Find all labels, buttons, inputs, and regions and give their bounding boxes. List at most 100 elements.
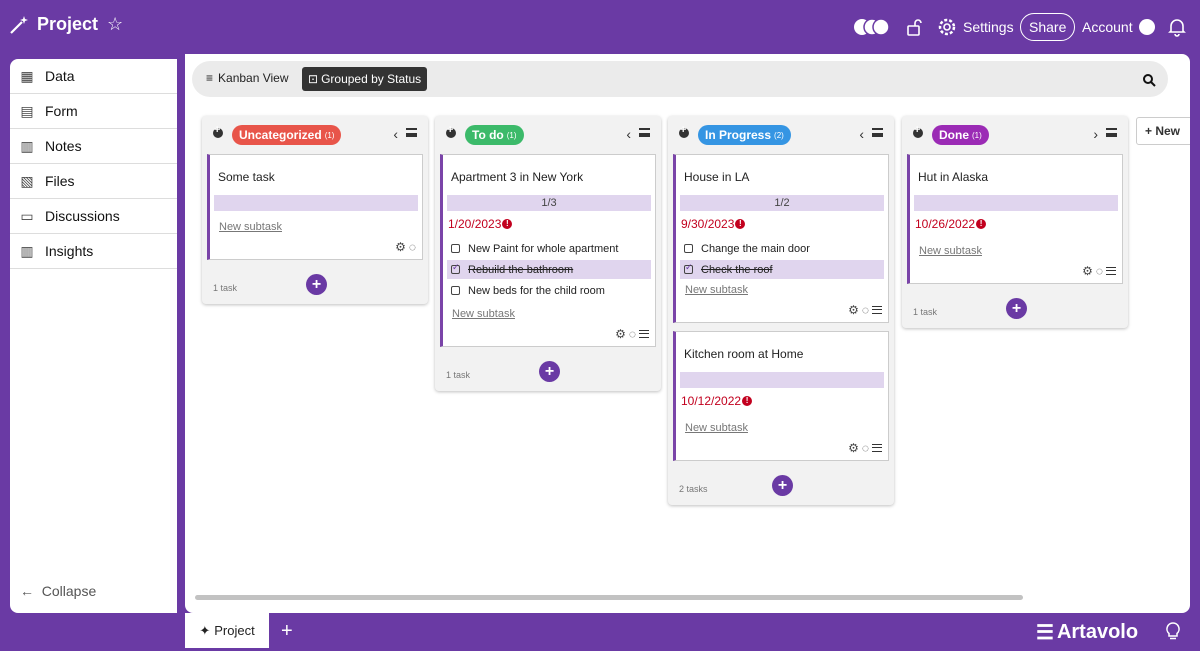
comment-icon[interactable]: ◌: [1096, 264, 1103, 278]
task-card[interactable]: House in LA 1/2 9/30/2023! Change the ma…: [673, 154, 889, 323]
avatar: [1138, 19, 1155, 35]
checkbox[interactable]: [451, 286, 460, 295]
lightbulb-icon[interactable]: [1164, 621, 1182, 641]
subtask-item[interactable]: Check the roof: [680, 260, 884, 279]
sidebar-item-data[interactable]: ▦ Data: [10, 59, 177, 94]
task-card[interactable]: Hut in Alaska 10/26/2022! New subtask ⚙ ◌: [907, 154, 1123, 284]
notes-icon[interactable]: [1106, 267, 1116, 275]
add-task-button[interactable]: +: [1006, 298, 1027, 319]
new-subtask-link[interactable]: New subtask: [452, 308, 655, 320]
status-badge[interactable]: Done (1): [932, 125, 989, 145]
task-card[interactable]: Some task New subtask ⚙ ◌: [207, 154, 423, 260]
gear-icon[interactable]: ⚙: [848, 303, 859, 317]
collapse-column-icon[interactable]: ‹: [626, 126, 631, 142]
checkbox[interactable]: [451, 244, 460, 253]
card-title: Kitchen room at Home: [684, 347, 804, 361]
subtask-item[interactable]: New Paint for whole apartment: [447, 239, 651, 258]
collapse-column-icon[interactable]: ‹: [393, 126, 398, 142]
logo-icon: ☰: [1036, 622, 1054, 644]
star-icon[interactable]: ☆: [107, 14, 123, 35]
new-column-button[interactable]: + New: [1136, 117, 1190, 145]
sidebar-item-insights[interactable]: ▥ Insights: [10, 234, 177, 269]
form-icon: ▤: [20, 102, 34, 119]
due-date: 10/12/2022!: [681, 394, 888, 408]
sidebar-item-notes[interactable]: ▥ Notes: [10, 129, 177, 164]
menu-icon[interactable]: [1106, 128, 1117, 137]
checkbox[interactable]: [684, 262, 693, 274]
new-subtask-link[interactable]: New subtask: [685, 422, 888, 434]
collaborators-icon[interactable]: [853, 0, 890, 54]
card-title: Apartment 3 in New York: [451, 170, 584, 184]
search-icon[interactable]: [1142, 73, 1156, 87]
tab-project[interactable]: ✦ Project: [185, 613, 269, 648]
tab-label: Project: [214, 623, 255, 638]
task-count: 1 task: [446, 370, 471, 380]
horizontal-scrollbar[interactable]: [195, 595, 1023, 600]
account-button[interactable]: Account: [1082, 0, 1155, 54]
insights-icon: ▥: [20, 242, 34, 259]
magic-wand-icon: ✦: [199, 622, 211, 638]
collapse-label: Collapse: [41, 583, 97, 599]
subtask-item[interactable]: Change the main door: [680, 239, 884, 258]
menu-icon[interactable]: [639, 128, 650, 137]
menu-icon[interactable]: [406, 128, 417, 137]
notes-icon[interactable]: [639, 330, 649, 338]
add-tab-button[interactable]: +: [281, 620, 293, 643]
kanban-column: In Progress(2) ‹ House in LA 1/2 9/30/20…: [668, 116, 894, 505]
add-card-icon[interactable]: [446, 124, 456, 138]
expand-column-icon[interactable]: ›: [1093, 126, 1098, 142]
add-task-button[interactable]: +: [772, 475, 793, 496]
gear-icon[interactable]: ⚙: [1082, 264, 1093, 278]
status-badge[interactable]: Uncategorized (1): [232, 125, 342, 145]
kanban-column: Done(1) › Hut in Alaska 10/26/2022! New …: [902, 116, 1128, 328]
new-subtask-link[interactable]: New subtask: [919, 245, 1122, 257]
notes-icon[interactable]: [872, 306, 882, 314]
progress-bar: 1/2: [680, 195, 884, 211]
collapse-button[interactable]: ← Collapse: [20, 583, 96, 599]
progress-bar: [680, 372, 884, 388]
gear-icon[interactable]: ⚙: [395, 240, 406, 254]
gear-icon[interactable]: ⚙: [848, 441, 859, 455]
notes-icon[interactable]: [872, 444, 882, 452]
task-card[interactable]: Kitchen room at Home 10/12/2022! New sub…: [673, 331, 889, 461]
status-badge[interactable]: To do (1): [465, 125, 524, 145]
project-title[interactable]: Project: [37, 14, 98, 35]
settings-button[interactable]: Settings: [937, 0, 1014, 54]
sidebar-item-form[interactable]: ▤ Form: [10, 94, 177, 129]
add-card-icon[interactable]: [679, 124, 689, 138]
comment-icon[interactable]: ◌: [629, 327, 636, 341]
add-card-icon[interactable]: [913, 124, 923, 138]
task-card[interactable]: Apartment 3 in New York 1/3 1/20/2023! N…: [440, 154, 656, 347]
sidebar-item-label: Form: [45, 103, 78, 119]
add-task-button[interactable]: +: [539, 361, 560, 382]
group-label: Grouped by Status: [321, 72, 422, 86]
kanban-column: Uncategorized(1) ‹ Some task New subtask…: [202, 116, 428, 304]
collapse-column-icon[interactable]: ‹: [859, 126, 864, 142]
add-card-icon[interactable]: [213, 124, 223, 138]
lock-icon[interactable]: [906, 0, 922, 54]
new-subtask-link[interactable]: New subtask: [685, 284, 888, 296]
menu-icon[interactable]: [872, 128, 883, 137]
checkbox[interactable]: [684, 244, 693, 253]
kanban-view-button[interactable]: ≡ Kanban View: [206, 71, 289, 85]
subtask-item[interactable]: Rebuild the bathroom: [447, 260, 651, 279]
subtask-item[interactable]: New beds for the child room: [447, 281, 651, 300]
comment-icon[interactable]: ◌: [862, 303, 869, 317]
sidebar-item-files[interactable]: ▧ Files: [10, 164, 177, 199]
add-task-button[interactable]: +: [306, 274, 327, 295]
files-icon: ▧: [20, 172, 34, 189]
share-button[interactable]: Share: [1020, 13, 1076, 41]
checkbox[interactable]: [451, 262, 460, 274]
discussions-icon: ▭: [20, 207, 34, 224]
sidebar-item-label: Insights: [45, 243, 94, 259]
bell-icon[interactable]: [1168, 0, 1186, 54]
comment-icon[interactable]: ◌: [409, 240, 416, 254]
sidebar-item-discussions[interactable]: ▭ Discussions: [10, 199, 177, 234]
comment-icon[interactable]: ◌: [862, 441, 869, 455]
status-badge[interactable]: In Progress (2): [698, 125, 791, 145]
grouped-by-status-button[interactable]: ⊡ Grouped by Status: [302, 67, 428, 91]
new-subtask-link[interactable]: New subtask: [219, 221, 422, 233]
alert-icon: !: [502, 219, 513, 229]
gear-icon[interactable]: ⚙: [615, 327, 626, 341]
gear-icon: [938, 18, 956, 36]
